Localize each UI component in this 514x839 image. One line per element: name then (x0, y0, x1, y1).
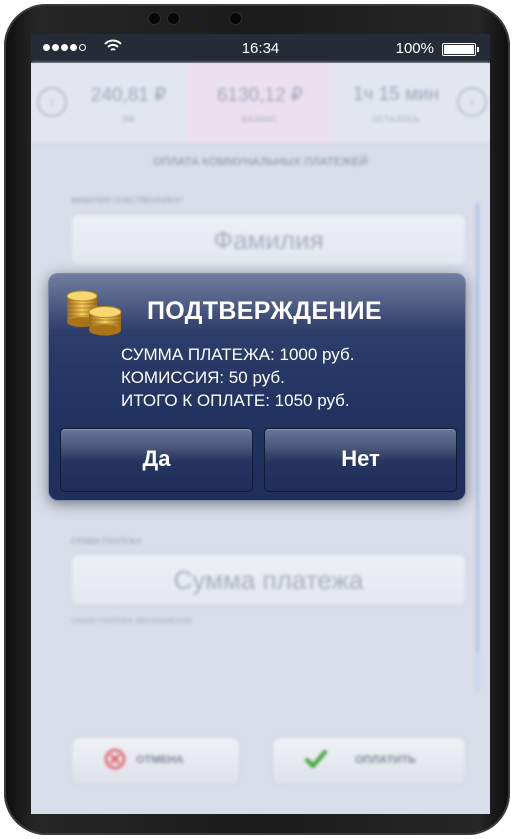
no-button[interactable]: Нет (264, 428, 457, 492)
amount-hint: СУММА ПЛАТЕЖА, БЕЗ КОМИССИИ (71, 618, 193, 625)
amount-input[interactable]: Сумма платежа (71, 554, 466, 606)
scrollbar-thumb[interactable] (476, 203, 479, 653)
wifi-icon (104, 39, 122, 51)
dialog-amount-line: СУММА ПЛАТЕЖА: 1000 руб. (121, 345, 355, 364)
info-value: 6130,12 ₽ (216, 85, 304, 106)
info-bar: ‹ 240,81 ₽ ЗМ 6130,12 ₽ БАЛАНС 1ч 15 мин… (31, 63, 490, 144)
form-title: ОПЛАТА КОММУНАЛЬНЫХ ПЛАТЕЖЕЙ (153, 156, 368, 168)
camera-icon (230, 13, 241, 24)
status-bar: 16:34 100% (31, 34, 490, 63)
info-cell-balance: 6130,12 ₽ БАЛАНС (186, 63, 334, 143)
info-cell-time-left: 1ч 15 мин ОСТАЛОСЬ (334, 63, 458, 143)
surname-label: ФАМИЛИЯ СОБСТВЕННИКА* (71, 196, 183, 205)
dialog-total-line: ИТОГО К ОПЛАТЕ: 1050 руб. (121, 391, 350, 410)
scrollbar-track[interactable] (476, 203, 479, 693)
camera-icon (168, 13, 179, 24)
battery-percent: 100% (395, 40, 434, 57)
prev-arrow-icon[interactable]: ‹ (37, 87, 67, 117)
confirmation-dialog: ПОДТВЕРЖДЕНИЕ СУММА ПЛАТЕЖА: 1000 руб. К… (48, 273, 466, 501)
camera-icon (149, 13, 160, 24)
info-caption: БАЛАНС (242, 115, 278, 124)
info-caption: ОСТАЛОСЬ (371, 115, 421, 124)
status-time: 16:34 (241, 40, 280, 57)
amount-label: СУММА ПЛАТЕЖА (71, 537, 142, 546)
info-caption: ЗМ (122, 115, 135, 124)
dialog-title: ПОДТВЕРЖДЕНИЕ (147, 297, 382, 325)
info-cell-spend: 240,81 ₽ ЗМ (71, 63, 186, 143)
pay-button[interactable]: ОПЛАТИТЬ (272, 737, 466, 785)
info-value: 1ч 15 мин (352, 84, 440, 105)
next-arrow-icon[interactable]: › (457, 87, 487, 117)
checkmark-icon (303, 748, 329, 774)
pay-label: ОПЛАТИТЬ (355, 754, 416, 766)
battery-icon (442, 43, 479, 56)
cancel-label: ОТМЕНА (136, 754, 184, 766)
info-value: 240,81 ₽ (90, 85, 167, 106)
dialog-fee-line: КОМИССИЯ: 50 руб. (121, 368, 285, 387)
cancel-icon (102, 748, 128, 774)
cancel-button[interactable]: ОТМЕНА (71, 737, 240, 785)
sensor-icon (194, 16, 198, 20)
signal-icon (43, 44, 86, 51)
surname-input[interactable]: Фамилия (71, 214, 466, 266)
yes-button[interactable]: Да (60, 428, 253, 492)
coins-icon (66, 290, 122, 336)
